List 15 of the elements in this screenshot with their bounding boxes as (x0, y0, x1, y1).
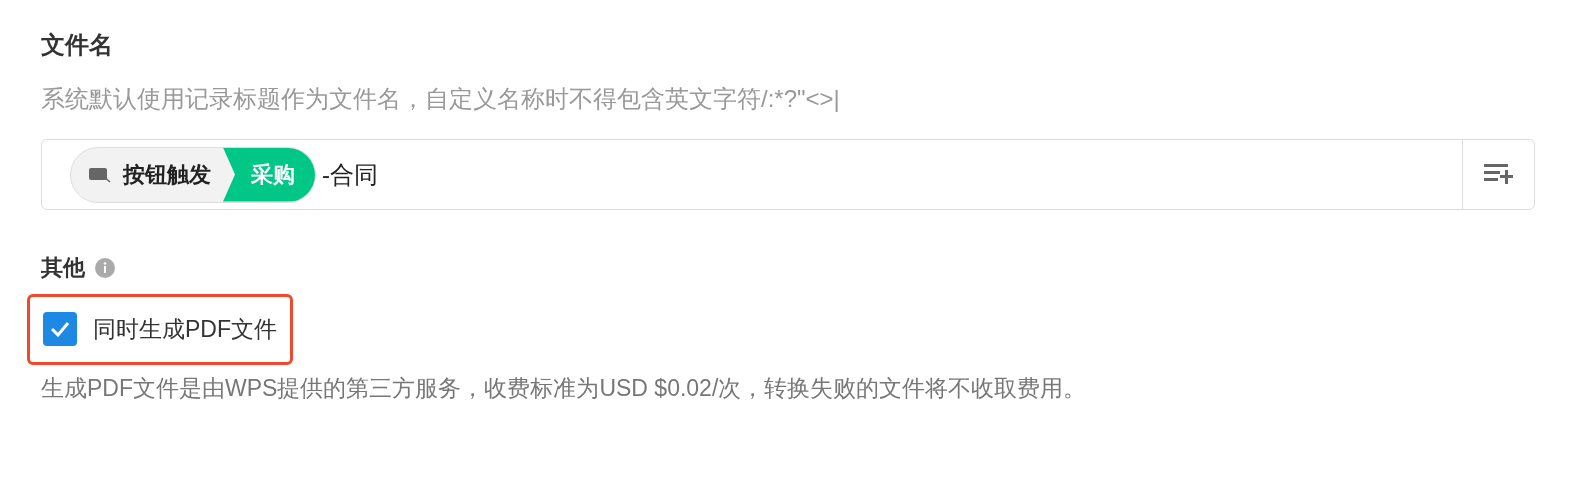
cursor-icon (89, 166, 111, 183)
checkbox[interactable] (43, 312, 77, 347)
list-add-icon (1483, 163, 1514, 186)
field-text: -合同 (322, 159, 378, 190)
note-text: 生成PDF文件是由WPS提供的第三方服务，收费标准为USD $0.02/次，转换失败的文件将不收取费用。 (41, 373, 1088, 403)
file-name-field[interactable]: 按钮触发 采购 -合同 (41, 139, 1535, 210)
field-token[interactable]: 按钮触发 采购 (70, 146, 316, 203)
section-title: 文件名 (41, 30, 114, 60)
check-icon (50, 321, 70, 338)
hint-text: 系统默认使用记录标题作为文件名，自定义名称时不得包含英文字符/:*?"<>| (41, 84, 841, 114)
info-icon (95, 258, 115, 278)
token-source: 按钮触发 (123, 161, 211, 189)
checkbox-label: 同时生成PDF文件 (93, 315, 277, 344)
section-title: 其他 (41, 254, 85, 282)
token-value: 采购 (223, 147, 315, 202)
